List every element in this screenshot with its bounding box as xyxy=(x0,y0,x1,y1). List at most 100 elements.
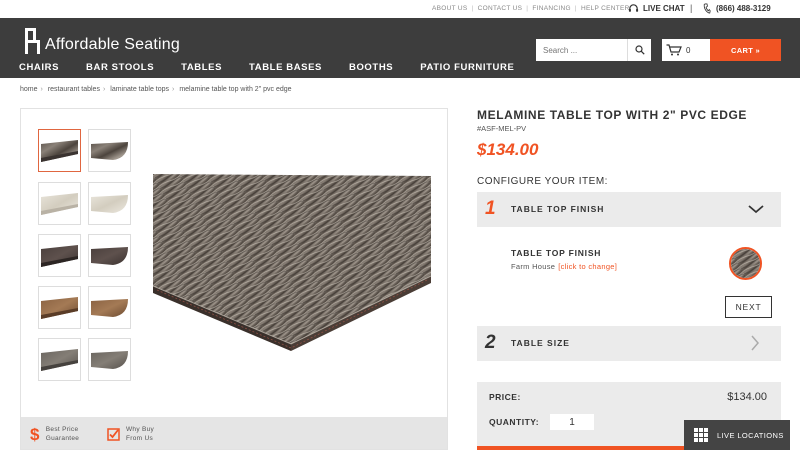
product-price: $134.00 xyxy=(477,140,539,159)
thumb-image xyxy=(41,244,78,267)
finish-value: Farm House xyxy=(511,262,556,271)
step-table-size[interactable]: 2 TABLE SIZE xyxy=(477,326,781,361)
finish-label: TABLE TOP FINISH xyxy=(511,248,602,258)
gallery-thumb-8[interactable] xyxy=(88,286,131,329)
chevron-right-icon: › xyxy=(172,86,175,93)
gallery-thumb-7[interactable] xyxy=(38,286,81,329)
checkbox-icon xyxy=(107,427,120,441)
cart-icon xyxy=(666,44,682,56)
step-number: 1 xyxy=(485,198,496,219)
change-finish-link[interactable]: [click to change] xyxy=(558,262,617,271)
contact-us-link[interactable]: CONTACT US xyxy=(478,5,523,12)
gallery-thumb-3[interactable] xyxy=(38,182,81,225)
nav-item-booths[interactable]: BOOTHS xyxy=(349,62,393,73)
thumb-image xyxy=(91,194,128,213)
breadcrumb-restaurant-tables[interactable]: restaurant tables xyxy=(48,86,100,93)
step-label: TABLE SIZE xyxy=(511,338,570,348)
site-header: Affordable Seating 0 CART » CHAIRS BAR S… xyxy=(0,18,800,78)
live-chat-link[interactable]: LIVE CHAT xyxy=(628,3,685,14)
swatch-image xyxy=(731,249,760,278)
thumb-image xyxy=(41,139,78,162)
price-value: $134.00 xyxy=(727,391,767,403)
quantity-label: QUANTITY: xyxy=(489,417,540,427)
gallery-thumb-4[interactable] xyxy=(88,182,131,225)
chevron-right-icon xyxy=(751,335,759,351)
site-logo[interactable]: Affordable Seating xyxy=(23,28,180,54)
thumb-image xyxy=(91,350,128,369)
cart-button[interactable]: CART » xyxy=(710,39,781,61)
search-icon xyxy=(634,45,645,55)
divider: | xyxy=(690,3,693,13)
headset-icon xyxy=(628,4,639,12)
cart-count: 0 xyxy=(686,45,691,55)
gallery-thumb-10[interactable] xyxy=(88,338,131,381)
why-buy-badge[interactable]: Why Buy From Us xyxy=(107,425,154,443)
gallery-thumb-9[interactable] xyxy=(38,338,81,381)
chair-logo-icon xyxy=(25,28,40,54)
phone-link[interactable]: (866) 488-3129 xyxy=(703,3,771,14)
nav-item-chairs[interactable]: CHAIRS xyxy=(19,62,59,73)
utility-links: ABOUT US | CONTACT US | FINANCING | HELP CE… xyxy=(432,5,632,12)
why-buy-line-2: From Us xyxy=(126,435,154,442)
about-us-link[interactable]: ABOUT US xyxy=(432,5,468,12)
divider: | xyxy=(574,5,577,12)
product-gallery: $ Best Price Guarantee Why Buy From Us xyxy=(20,108,448,450)
utility-bar: ABOUT US | CONTACT US | FINANCING | HELP CE… xyxy=(0,0,800,18)
best-price-line-2: Guarantee xyxy=(45,435,80,442)
main-product-image xyxy=(153,174,432,351)
step-number: 2 xyxy=(485,332,496,353)
search-button[interactable] xyxy=(627,39,651,61)
gallery-thumb-2[interactable] xyxy=(88,129,131,172)
live-chat-label: LIVE CHAT xyxy=(643,4,685,13)
breadcrumb-home[interactable]: home xyxy=(20,86,38,93)
cart-count-box[interactable]: 0 xyxy=(662,39,710,61)
trust-badges-bar: $ Best Price Guarantee Why Buy From Us xyxy=(21,417,447,449)
help-center-link[interactable]: HELP CENTER xyxy=(581,5,630,12)
search-input[interactable] xyxy=(536,39,626,61)
nav-item-bar-stools[interactable]: BAR STOOLS xyxy=(86,62,154,73)
phone-number: (866) 488-3129 xyxy=(716,4,771,13)
finish-value-row: Farm House [click to change] xyxy=(511,262,617,271)
financing-link[interactable]: FINANCING xyxy=(532,5,570,12)
thumb-image xyxy=(91,246,128,265)
chevron-down-icon xyxy=(748,205,764,214)
step-label: TABLE TOP FINISH xyxy=(511,204,605,214)
gallery-thumb-1[interactable] xyxy=(38,129,81,172)
dollar-icon: $ xyxy=(30,424,40,444)
nav-item-tables[interactable]: TABLES xyxy=(181,62,222,73)
breadcrumb-current: melamine table top with 2" pvc edge xyxy=(179,86,292,93)
finish-swatch[interactable] xyxy=(729,247,762,280)
best-price-text: Best Price Guarantee xyxy=(46,425,79,443)
nav-item-patio-furniture[interactable]: PATIO FURNITURE xyxy=(420,62,514,73)
phone-icon xyxy=(703,3,711,14)
configure-heading: CONFIGURE YOUR ITEM: xyxy=(477,176,608,187)
live-locations-button[interactable]: LIVE LOCATIONS xyxy=(684,420,790,450)
thumb-image xyxy=(91,298,128,317)
chevron-right-icon: › xyxy=(40,86,43,93)
why-buy-text: Why Buy From Us xyxy=(126,425,154,443)
step-table-top-finish[interactable]: 1 TABLE TOP FINISH xyxy=(477,192,781,227)
thumb-image xyxy=(91,141,128,160)
gallery-thumb-6[interactable] xyxy=(88,234,131,277)
thumb-image xyxy=(41,296,78,319)
next-button[interactable]: NEXT xyxy=(725,296,772,318)
why-buy-line-1: Why Buy xyxy=(126,426,155,433)
price-label: PRICE: xyxy=(489,392,521,402)
logo-text: Affordable Seating xyxy=(45,36,180,53)
chevron-right-icon: › xyxy=(102,86,106,93)
product-sku: #ASF-MEL-PV xyxy=(477,124,527,133)
quantity-input[interactable] xyxy=(550,414,594,430)
breadcrumb-laminate-table-tops[interactable]: laminate table tops xyxy=(110,86,169,93)
thumb-image xyxy=(41,192,78,215)
best-price-line-1: Best Price xyxy=(45,426,79,433)
product-title: MELAMINE TABLE TOP WITH 2" PVC EDGE xyxy=(477,108,748,122)
gallery-thumb-5[interactable] xyxy=(38,234,81,277)
live-locations-label: LIVE LOCATIONS xyxy=(717,430,784,440)
best-price-badge[interactable]: $ Best Price Guarantee xyxy=(30,425,79,443)
thumb-image xyxy=(41,348,78,371)
main-nav: CHAIRS BAR STOOLS TABLES TABLE BASES BOO… xyxy=(19,62,541,73)
search-box xyxy=(536,39,651,61)
grid-icon xyxy=(694,428,708,442)
divider: | xyxy=(526,5,529,12)
nav-item-table-bases[interactable]: TABLE BASES xyxy=(249,62,322,73)
